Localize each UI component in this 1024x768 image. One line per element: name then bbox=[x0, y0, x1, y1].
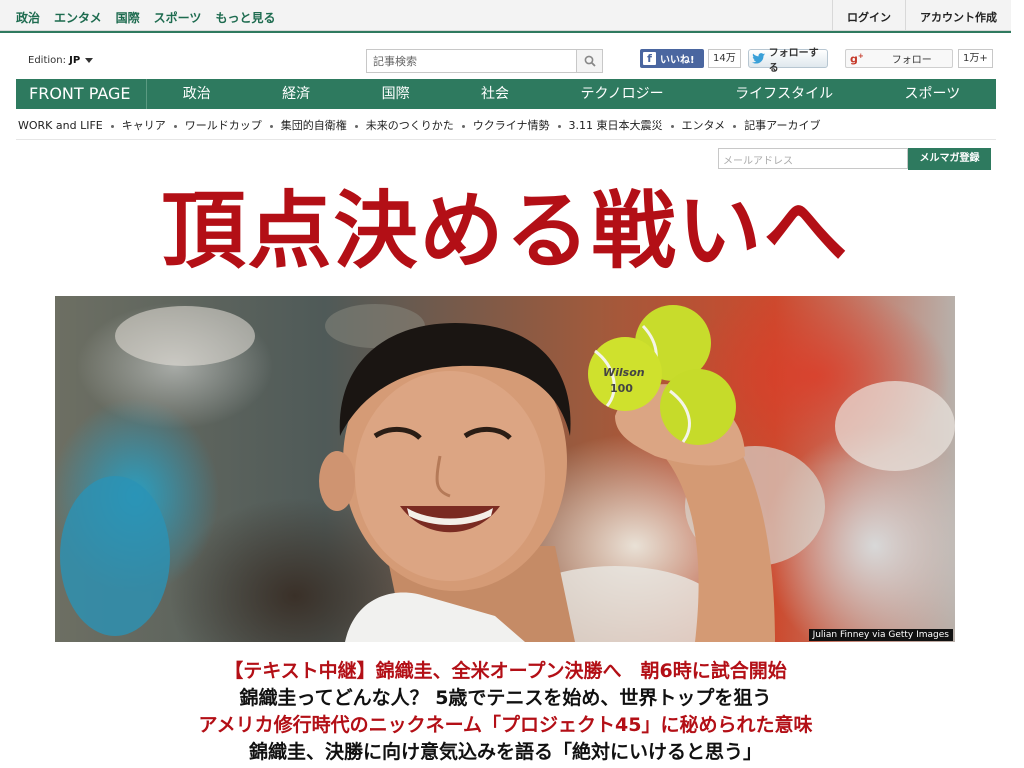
separator-dot bbox=[461, 124, 465, 128]
subnav-item-archive[interactable]: 記事アーカイブ bbox=[744, 117, 820, 133]
story-link-interview[interactable]: 錦織圭、決勝に向け意気込みを語る「絶対にいけると思う」 bbox=[0, 739, 1011, 766]
gplus-follow-button[interactable]: g+ フォロー bbox=[845, 49, 953, 68]
separator-dot bbox=[733, 124, 737, 128]
nav-world[interactable]: 国際 bbox=[382, 79, 410, 109]
facebook-icon: f bbox=[643, 52, 656, 65]
sub-nav: WORK and LIFE キャリア ワールドカップ 集団的自衛権 未来のつくり… bbox=[18, 117, 821, 133]
main-nav: FRONT PAGE 政治 経済 国際 社会 テクノロジー ライフスタイル スポ… bbox=[16, 79, 996, 109]
subnav-item-collective-defense[interactable]: 集団的自衛権 bbox=[281, 117, 347, 133]
svg-text:100: 100 bbox=[610, 382, 633, 395]
caret-down-icon bbox=[85, 57, 94, 63]
facebook-like-count: 14万 bbox=[708, 49, 741, 68]
hero-illustration: Wilson 100 bbox=[60, 304, 955, 642]
twitter-follow-button[interactable]: フォローする bbox=[748, 48, 828, 74]
page-headline[interactable]: 頂点決める戦いへ bbox=[0, 176, 1011, 286]
gplus-follow-label: フォロー bbox=[891, 55, 932, 66]
subnav-item-entertainment[interactable]: エンタメ bbox=[682, 117, 726, 133]
top-nav-politics[interactable]: 政治 bbox=[16, 9, 40, 26]
separator-dot bbox=[269, 124, 273, 128]
newsletter-box bbox=[718, 148, 908, 171]
twitter-follow-label: フォローする bbox=[768, 47, 819, 74]
subnav-item-future[interactable]: 未来のつくりかた bbox=[366, 117, 454, 133]
top-bar: 政治 エンタメ 国際 スポーツ もっと見る ログイン アカウント作成 bbox=[0, 0, 1011, 31]
svg-text:Wilson: Wilson bbox=[603, 366, 645, 379]
hero-photo[interactable]: Wilson 100 Julian Finney via Getty Image… bbox=[55, 296, 955, 642]
search-button[interactable] bbox=[576, 50, 602, 72]
story-links: 【テキスト中継】錦織圭、全米オープン決勝へ 朝6時に試合開始 錦織圭ってどんな人… bbox=[0, 658, 1011, 766]
top-nav-entertainment[interactable]: エンタメ bbox=[54, 9, 102, 26]
story-link-nickname[interactable]: アメリカ修行時代のニックネーム「プロジェクト45」に秘められた意味 bbox=[0, 712, 1011, 739]
top-nav-more[interactable]: もっと見る bbox=[215, 9, 275, 26]
search-input[interactable] bbox=[367, 50, 573, 73]
main-nav-items: 政治 経済 国際 社会 テクノロジー ライフスタイル スポーツ bbox=[147, 79, 996, 109]
search-icon bbox=[584, 55, 596, 67]
facebook-like-button[interactable]: f いいね! bbox=[640, 49, 704, 68]
nav-society[interactable]: 社会 bbox=[481, 79, 509, 109]
top-nav-sports[interactable]: スポーツ bbox=[154, 9, 202, 26]
story-link-profile[interactable]: 錦織圭ってどんな人？ 5歳でテニスを始め、世界トップを狙う bbox=[0, 685, 1011, 712]
facebook-like-label: いいね! bbox=[660, 55, 695, 66]
create-account-link[interactable]: アカウント作成 bbox=[905, 0, 1011, 31]
top-nav: 政治 エンタメ 国際 スポーツ もっと見る bbox=[16, 9, 275, 26]
nav-economy[interactable]: 経済 bbox=[282, 79, 310, 109]
search-box bbox=[366, 49, 603, 73]
separator-dot bbox=[557, 124, 561, 128]
nav-sports[interactable]: スポーツ bbox=[905, 79, 961, 109]
subnav-item-311[interactable]: 3.11 東日本大震災 bbox=[569, 117, 663, 133]
nav-lifestyle[interactable]: ライフスタイル bbox=[735, 79, 833, 109]
nav-front-page[interactable]: FRONT PAGE bbox=[16, 79, 147, 109]
photo-credit: Julian Finney via Getty Images bbox=[808, 629, 953, 641]
top-nav-world[interactable]: 国際 bbox=[116, 9, 140, 26]
separator-dot bbox=[354, 124, 358, 128]
separator-dot bbox=[670, 124, 674, 128]
subnav-item-career[interactable]: キャリア bbox=[122, 117, 166, 133]
nav-politics[interactable]: 政治 bbox=[183, 79, 211, 109]
nav-technology[interactable]: テクノロジー bbox=[580, 79, 663, 109]
top-divider bbox=[0, 31, 1011, 33]
google-plus-icon: g+ bbox=[850, 51, 864, 66]
login-link[interactable]: ログイン bbox=[832, 0, 905, 31]
gplus-follow-count: 1万+ bbox=[958, 49, 993, 68]
subnav-item-ukraine[interactable]: ウクライナ情勢 bbox=[473, 117, 550, 133]
edition-label: Edition: bbox=[28, 55, 66, 66]
sub-nav-divider bbox=[16, 139, 996, 140]
newsletter-subscribe-button[interactable]: メルマガ登録 bbox=[908, 148, 991, 170]
account-links: ログイン アカウント作成 bbox=[832, 0, 1011, 31]
newsletter-email-input[interactable] bbox=[719, 152, 907, 171]
separator-dot bbox=[110, 124, 114, 128]
story-link-live-text[interactable]: 【テキスト中継】錦織圭、全米オープン決勝へ 朝6時に試合開始 bbox=[0, 658, 1011, 685]
separator-dot bbox=[173, 124, 177, 128]
subnav-item-work-and-life[interactable]: WORK and LIFE bbox=[18, 119, 103, 132]
subnav-item-world-cup[interactable]: ワールドカップ bbox=[185, 117, 262, 133]
edition-value: JP bbox=[69, 55, 81, 66]
twitter-bird-icon bbox=[752, 53, 766, 64]
edition-selector[interactable]: Edition: JP bbox=[28, 55, 94, 66]
